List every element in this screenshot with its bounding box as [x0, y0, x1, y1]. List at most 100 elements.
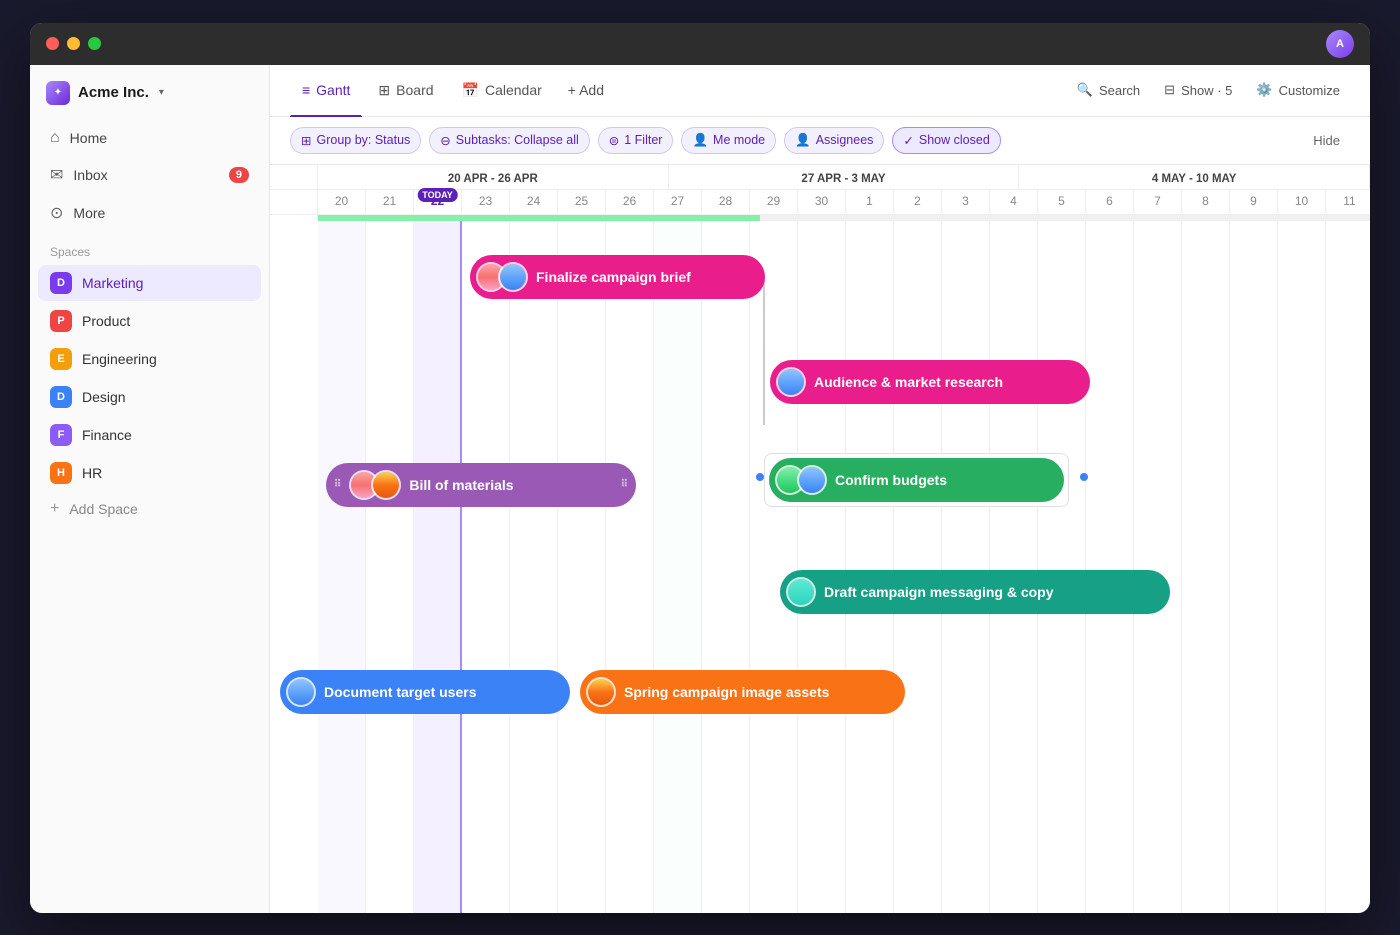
traffic-lights	[46, 37, 101, 50]
document-label: Document target users	[324, 684, 476, 700]
grid-col-today	[414, 215, 462, 913]
sidebar-item-product[interactable]: P Product	[38, 303, 261, 339]
day-7: 7	[1134, 190, 1182, 214]
day-20: 20	[318, 190, 366, 214]
grid-col-25	[558, 215, 606, 913]
show-closed-label: Show closed	[919, 133, 990, 147]
hide-label: Hide	[1313, 133, 1340, 148]
main-layout: ✦ Acme Inc. ▾ ⌂ Home ✉ Inbox 9 ⊙ More	[30, 65, 1370, 913]
day-27: 27	[654, 190, 702, 214]
filter-button[interactable]: ⊜ 1 Filter	[598, 127, 674, 154]
search-button[interactable]: 🔍 Search	[1067, 76, 1150, 104]
today-label: TODAY	[417, 188, 458, 202]
task-bill-of-materials[interactable]: ⠿ Bill of materials ⠿	[326, 463, 636, 507]
close-button[interactable]	[46, 37, 59, 50]
day-10: 10	[1278, 190, 1326, 214]
confirm-dot-right	[1080, 473, 1088, 481]
grid-col-3	[942, 215, 990, 913]
sidebar-item-more[interactable]: ⊙ More	[38, 195, 261, 231]
inbox-badge: 9	[229, 167, 249, 183]
sidebar-item-inbox[interactable]: ✉ Inbox 9	[38, 157, 261, 193]
show-icon: ⊟	[1164, 82, 1175, 98]
grid-col-9	[1230, 215, 1278, 913]
inbox-icon: ✉	[50, 165, 63, 185]
title-bar: A	[30, 23, 1370, 65]
grid-col-6	[1086, 215, 1134, 913]
gantt-icon: ≡	[302, 82, 310, 98]
logo-text: Acme Inc.	[78, 84, 149, 101]
gantt-body: Finalize campaign brief Audience & marke…	[270, 215, 1370, 913]
bill-avatars	[349, 470, 401, 500]
assignees-label: Assignees	[816, 133, 874, 147]
confirm-budget-container: Confirm budgets	[764, 453, 1069, 507]
maximize-button[interactable]	[88, 37, 101, 50]
day-2: 2	[894, 190, 942, 214]
week-3-header: 4 MAY - 10 MAY	[1019, 165, 1370, 190]
customize-icon: ⚙️	[1256, 82, 1272, 98]
show-closed-icon: ✓	[903, 133, 913, 148]
task-spring-campaign[interactable]: Spring campaign image assets	[580, 670, 905, 714]
tab-gantt[interactable]: ≡ Gantt	[290, 76, 362, 104]
grid-col-21	[366, 215, 414, 913]
sidebar-item-finance[interactable]: F Finance	[38, 417, 261, 453]
subtasks-icon: ⊖	[440, 133, 450, 148]
confirm-dot-left	[756, 473, 764, 481]
filter-label: 1 Filter	[624, 133, 662, 147]
tab-calendar[interactable]: 📅 Calendar	[450, 76, 554, 105]
sidebar-item-home[interactable]: ⌂ Home	[38, 121, 261, 155]
spaces-label: Spaces	[30, 233, 269, 265]
add-view-button[interactable]: + Add	[558, 76, 614, 104]
sidebar-item-marketing[interactable]: D Marketing	[38, 265, 261, 301]
assignees-button[interactable]: 👤 Assignees	[784, 127, 884, 154]
day-23: 23	[462, 190, 510, 214]
grid-col-5	[1038, 215, 1086, 913]
confirm-label: Confirm budgets	[835, 472, 947, 488]
day-24: 24	[510, 190, 558, 214]
me-mode-icon: 👤	[692, 133, 708, 148]
day-6: 6	[1086, 190, 1134, 214]
task-audience-market-research[interactable]: Audience & market research	[770, 360, 1090, 404]
show-closed-button[interactable]: ✓ Show closed	[892, 127, 1000, 154]
task-draft-campaign[interactable]: Draft campaign messaging & copy	[780, 570, 1170, 614]
finance-avatar: F	[50, 424, 72, 446]
gantt-area: 20 APR - 26 APR 27 APR - 3 MAY 4 MAY - 1…	[270, 165, 1370, 913]
board-tab-label: Board	[396, 82, 433, 98]
customize-button[interactable]: ⚙️ Customize	[1246, 76, 1350, 104]
me-mode-button[interactable]: 👤 Me mode	[681, 127, 776, 154]
document-avatar	[286, 677, 316, 707]
product-label: Product	[82, 313, 130, 329]
draft-label: Draft campaign messaging & copy	[824, 584, 1054, 600]
calendar-tab-label: Calendar	[485, 82, 542, 98]
audience-label: Audience & market research	[814, 374, 1003, 390]
sidebar-logo[interactable]: ✦ Acme Inc. ▾	[30, 81, 269, 121]
hide-button[interactable]: Hide	[1303, 128, 1350, 153]
audience-avatar	[776, 367, 806, 397]
day-11: 11	[1326, 190, 1370, 214]
sidebar-item-design[interactable]: D Design	[38, 379, 261, 415]
day-8: 8	[1182, 190, 1230, 214]
add-space-button[interactable]: + Add Space	[38, 493, 261, 525]
show-label: Show · 5	[1181, 83, 1232, 98]
subtasks-filter[interactable]: ⊖ Subtasks: Collapse all	[429, 127, 589, 154]
day-5: 5	[1038, 190, 1086, 214]
week-2-header: 27 APR - 3 MAY	[669, 165, 1020, 190]
task-finalize-campaign-brief[interactable]: Finalize campaign brief	[470, 255, 765, 299]
user-avatar[interactable]: A	[1326, 30, 1354, 58]
sidebar-item-hr[interactable]: H HR	[38, 455, 261, 491]
marketing-avatar: D	[50, 272, 72, 294]
engineering-label: Engineering	[82, 351, 157, 367]
tab-board[interactable]: ⊞ Board	[366, 76, 445, 105]
task-document-target-users[interactable]: Document target users	[280, 670, 570, 714]
home-icon: ⌂	[50, 129, 60, 147]
task-confirm-budgets[interactable]: Confirm budgets	[769, 458, 1064, 502]
design-label: Design	[82, 389, 126, 405]
sidebar-item-engineering[interactable]: E Engineering	[38, 341, 261, 377]
show-button[interactable]: ⊟ Show · 5	[1154, 76, 1242, 104]
filter-icon: ⊜	[609, 133, 619, 148]
minimize-button[interactable]	[67, 37, 80, 50]
hr-label: HR	[82, 465, 102, 481]
sidebar-item-home-label: Home	[70, 130, 107, 146]
connector-line-1	[763, 277, 765, 425]
group-by-filter[interactable]: ⊞ Group by: Status	[290, 127, 421, 154]
progress-bar	[318, 215, 760, 221]
